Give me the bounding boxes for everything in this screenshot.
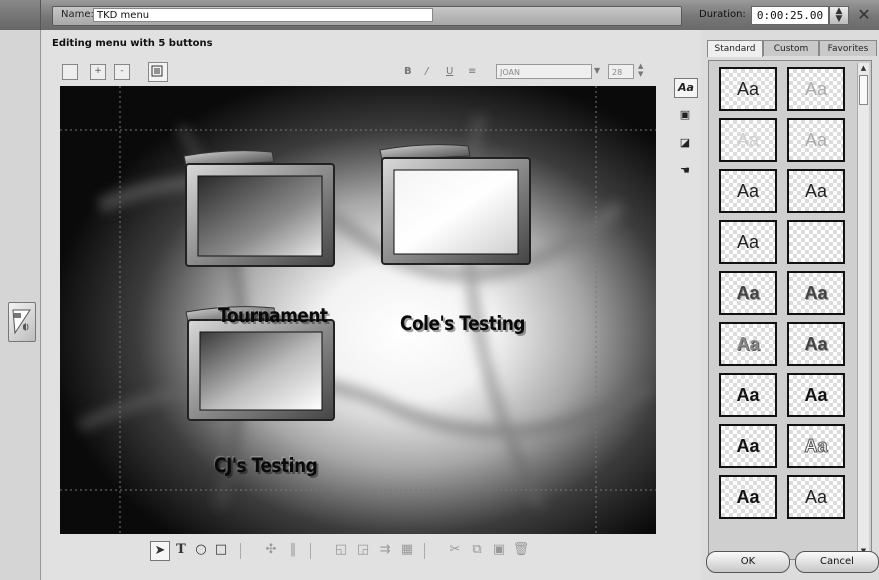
style-tile-sample: Aa [804,283,828,303]
cut-icon[interactable]: ✂ [446,541,464,559]
style-category-column: Aa ▣ ◪ ☚ [672,78,700,208]
menu-label-cjs-testing[interactable]: CJ's Testing [214,455,318,478]
duration-spinner-icon[interactable]: ▲ ▼ [829,6,849,25]
editor-header: Editing menu with 5 buttons [52,38,213,49]
duration-label: Duration: [699,9,746,20]
copy-icon[interactable]: ⧉ [468,541,486,559]
style-tile-sample: Aa [736,232,760,252]
style-tile-sample: Aa [736,487,760,507]
menu-canvas[interactable]: Tournament Cole's Testing CJ's Testing [60,86,656,534]
style-tile[interactable]: Aa [719,169,777,213]
button-style-icon[interactable]: ◪ [674,134,696,152]
style-tile[interactable]: Aa [787,67,845,111]
bring-forward-icon[interactable]: ◱ [332,541,350,559]
style-tile[interactable]: Aa [787,424,845,468]
style-tile-sample: Aa [736,334,760,354]
canvas-background [60,86,656,534]
style-tile-sample: Aa [736,79,760,99]
scroll-thumb[interactable] [859,75,868,105]
tab-standard[interactable]: Standard [707,40,763,57]
style-tabs: Standard Custom Favorites [705,40,877,57]
font-dropdown-icon[interactable]: ▼ [594,66,600,75]
move-icon[interactable]: ✣ [262,541,280,559]
name-input[interactable]: TKD menu [93,8,433,22]
style-tile-sample: Aa [804,334,828,354]
style-tile-sample: Aa [736,181,760,201]
picture-style-icon[interactable]: ▣ [674,106,696,124]
menu-frame-coles-testing [379,144,531,265]
toolbar-minus-icon[interactable]: - [114,64,130,80]
style-tile[interactable]: Aa [719,220,777,264]
style-tile[interactable]: Aa [719,67,777,111]
style-tile-sample: Aa [736,130,760,150]
style-tile[interactable]: Aa [787,322,845,366]
italic-icon[interactable]: / [425,66,428,77]
name-label: Name: [61,9,94,20]
paste-icon[interactable]: ▣ [490,541,508,559]
toolbar-blank-button[interactable] [62,64,78,80]
align-icon[interactable]: ≡ [468,66,476,77]
style-tile[interactable]: Aa [787,373,845,417]
left-strip [0,30,41,580]
menu-editor-window: Name: TKD menu Duration: 0:00:25.00 ▲ ▼ ✕… [0,0,879,580]
style-tile[interactable]: Aa [719,118,777,162]
text-tool-icon[interactable]: T [172,541,190,559]
editor-area: Editing menu with 5 buttons + - B / U ≡ … [42,30,700,580]
left-tab [0,0,41,30]
style-tile[interactable]: Aa [719,322,777,366]
style-panel: Standard Custom Favorites ▲▼ Aa Aa Aa Aa Aa Aa… [702,30,879,580]
tab-custom[interactable]: Custom [763,40,819,56]
style-tile[interactable]: Aa [787,118,845,162]
style-tile-sample: Aa [804,130,828,150]
tab-favorites[interactable]: Favorites [819,40,877,56]
style-tile[interactable]: Aa [787,475,845,519]
ok-button[interactable]: OK [706,551,790,573]
style-tile[interactable] [787,220,845,264]
close-icon[interactable]: ✕ [853,5,875,25]
cancel-button[interactable]: Cancel [795,551,879,573]
style-tile-sample: Aa [804,181,828,201]
font-size-input[interactable]: 28 [608,64,634,79]
style-tile[interactable]: Aa [787,169,845,213]
ellipse-tool-icon[interactable]: ○ [192,541,210,559]
pointer-style-icon[interactable]: ☚ [674,162,696,180]
distribute-icon[interactable]: ⇉ [376,541,394,559]
text-style-icon[interactable]: Aa [674,78,698,98]
style-tile-sample: Aa [804,385,828,405]
arrow-tool-icon[interactable]: ➤ [150,541,170,561]
style-grid-scrollbar[interactable]: ▲▼ [857,63,869,557]
style-tile-sample: Aa [736,436,760,456]
font-select[interactable]: JOAN [496,64,592,79]
delete-icon[interactable]: 🗑 [512,541,530,559]
style-tile-sample: Aa [804,79,828,99]
toolbar-plus-icon[interactable]: + [90,64,106,80]
style-tile[interactable]: Aa [719,424,777,468]
menu-label-coles-testing[interactable]: Cole's Testing [400,313,525,336]
bold-icon[interactable]: B [404,66,412,77]
style-tile-sample: Aa [804,436,828,457]
style-tile[interactable]: Aa [719,271,777,315]
rectangle-tool-icon[interactable]: □ [212,541,230,559]
grid-icon[interactable]: ▦ [398,541,416,559]
style-tile[interactable]: Aa [787,271,845,315]
style-grid: ▲▼ Aa Aa Aa Aa Aa Aa Aa Aa Aa Aa Aa Aa Aa Aa Aa Aa Aa [708,60,872,560]
font-size-spinner-icon[interactable]: ▲ ▼ [638,62,643,78]
title-bar: Name: TKD menu Duration: 0:00:25.00 ▲ ▼ ✕ [0,0,879,30]
align-tool-icon[interactable]: ‖ [284,541,302,559]
style-tile[interactable]: Aa [719,475,777,519]
style-tile-sample: Aa [736,385,760,405]
send-back-icon[interactable]: ◲ [354,541,372,559]
menu-edit-toggle-button[interactable] [8,302,36,342]
menu-frame-tournament [183,150,335,267]
menu-label-tournament[interactable]: Tournament [218,305,328,328]
style-tile-sample: Aa [804,487,828,507]
underline-icon[interactable]: U [446,66,453,77]
menu-speaker-icon [12,309,31,335]
name-field-group: Name: TKD menu [52,6,682,26]
toolbar-list-icon[interactable] [148,62,168,82]
duration-input[interactable]: 0:00:25.00 [751,6,829,25]
style-tile[interactable]: Aa [719,373,777,417]
scroll-up-icon[interactable]: ▲ [859,64,868,73]
style-tile-sample: Aa [736,283,760,303]
